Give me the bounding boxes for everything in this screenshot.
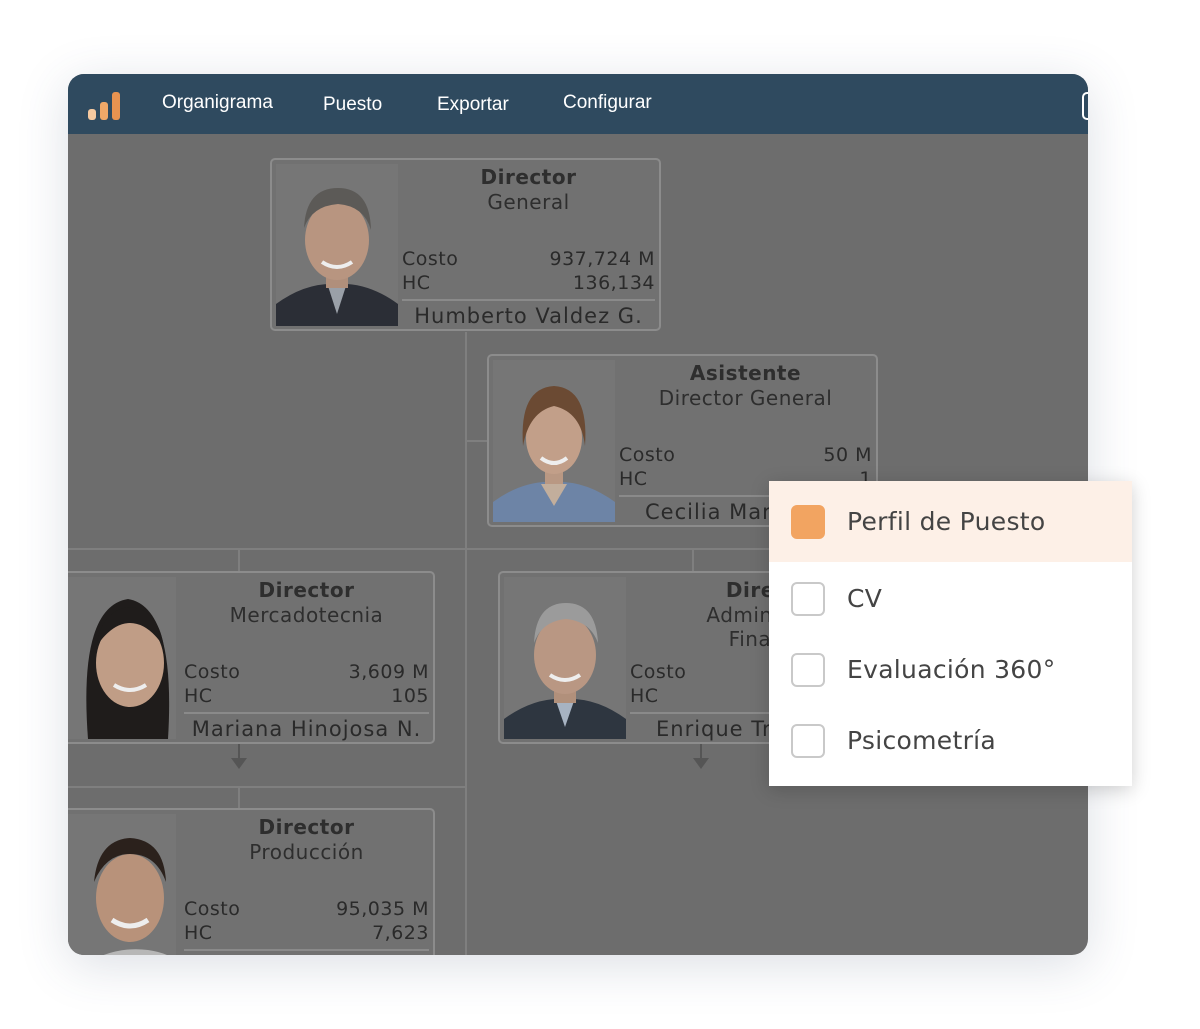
card-cost-row: Costo 50 M	[619, 444, 872, 466]
nav-organigrama[interactable]: Organigrama	[162, 92, 273, 114]
connector-line	[465, 332, 467, 955]
card-role: Director	[480, 165, 577, 189]
cost-value: 937,724 M	[549, 248, 655, 270]
card-hc-row: HC 136,134	[402, 272, 655, 294]
hc-label: HC	[402, 272, 431, 294]
hc-label: HC	[619, 468, 648, 490]
nav-configurar[interactable]: Configurar	[563, 92, 652, 114]
checkbox-icon[interactable]	[791, 582, 825, 616]
hc-label: HC	[184, 922, 213, 944]
cost-value: 95,035 M	[336, 898, 429, 920]
org-card-director-general[interactable]: Director General Costo 937,724 M HC 136,…	[270, 158, 661, 331]
avatar	[68, 814, 176, 955]
cost-label: Costo	[619, 444, 676, 466]
top-navigation-bar: Organigrama Puesto Exportar Configurar	[68, 74, 1088, 134]
card-department: General	[487, 190, 570, 214]
checkbox-icon[interactable]	[791, 653, 825, 687]
cost-value: 3,609 M	[348, 661, 429, 683]
org-card-mercadotecnia[interactable]: Director Mercadotecnia Costo 3,609 M HC …	[68, 571, 435, 744]
card-divider	[184, 712, 429, 714]
checkbox-icon[interactable]	[791, 724, 825, 758]
menu-item-label: CV	[847, 584, 883, 613]
menu-item-psicometria[interactable]: Psicometría	[769, 706, 1132, 777]
card-cost-row: Costo 3,609 M	[184, 661, 429, 683]
hc-value: 7,623	[372, 922, 429, 944]
checkbox-icon[interactable]	[791, 505, 825, 539]
hc-label: HC	[184, 685, 213, 707]
nav-exportar[interactable]: Exportar	[437, 94, 509, 116]
menu-item-label: Psicometría	[847, 726, 997, 755]
card-role: Director	[258, 815, 355, 839]
card-role: Asistente	[689, 361, 802, 385]
connector-line	[238, 548, 240, 572]
hc-label: HC	[630, 685, 659, 707]
arrow-down-icon[interactable]	[693, 758, 709, 769]
hc-value: 105	[391, 685, 429, 707]
card-cost-row: Costo 95,035 M	[184, 898, 429, 920]
window-control-icon[interactable]	[1082, 92, 1088, 120]
menu-item-label: Perfil de Puesto	[847, 507, 1046, 536]
card-person-name: Mariana Hinojosa N.	[191, 717, 422, 741]
card-divider	[402, 299, 655, 301]
cost-value: 50 M	[823, 444, 872, 466]
connector-line	[68, 786, 465, 788]
cost-label: Costo	[184, 898, 241, 920]
arrow-down-icon[interactable]	[231, 758, 247, 769]
connector-line	[692, 548, 694, 572]
card-cost-row: Costo 937,724 M	[402, 248, 655, 270]
card-department: Mercadotecnia	[229, 603, 384, 627]
connector-line	[238, 786, 240, 808]
card-divider	[184, 949, 429, 951]
card-department: Director General	[658, 386, 833, 410]
org-card-produccion[interactable]: Director Producción Costo 95,035 M HC 7,…	[68, 808, 435, 955]
avatar	[68, 577, 176, 739]
document-options-menu: Perfil de Puesto CV Evaluación 360° Psic…	[769, 481, 1132, 786]
card-role: Director	[258, 578, 355, 602]
cost-label: Costo	[402, 248, 459, 270]
card-hc-row: HC 105	[184, 685, 429, 707]
cost-label: Costo	[630, 661, 687, 683]
nav-puesto[interactable]: Puesto	[323, 94, 382, 116]
menu-item-evaluacion-360[interactable]: Evaluación 360°	[769, 635, 1132, 706]
card-hc-row: HC 7,623	[184, 922, 429, 944]
hc-value: 136,134	[572, 272, 655, 294]
connector-line	[465, 440, 487, 442]
card-department: Producción	[249, 840, 364, 864]
card-person-name: Humberto Valdez G.	[414, 304, 643, 328]
avatar	[504, 577, 626, 739]
bar-chart-logo-icon[interactable]	[88, 90, 124, 120]
avatar	[276, 164, 398, 326]
menu-item-label: Evaluación 360°	[847, 655, 1056, 684]
cost-label: Costo	[184, 661, 241, 683]
menu-item-cv[interactable]: CV	[769, 564, 1132, 635]
avatar	[493, 360, 615, 522]
menu-item-perfil-de-puesto[interactable]: Perfil de Puesto	[769, 481, 1132, 562]
